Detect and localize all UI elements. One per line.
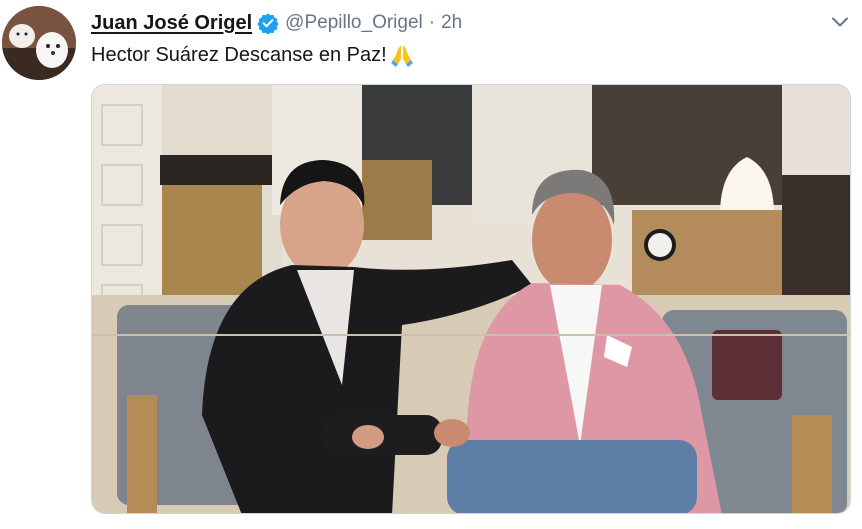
tweet-card[interactable]: Juan José Origel @Pepillo_Origel · 2h He…	[0, 0, 862, 529]
tweet-text-body: Hector Suárez Descanse en Paz!	[91, 43, 387, 66]
chevron-down-icon[interactable]	[828, 10, 852, 34]
avatar[interactable]	[2, 6, 76, 80]
user-handle[interactable]: @Pepillo_Origel	[285, 12, 423, 34]
photo-scene	[92, 85, 850, 513]
verified-badge-icon	[257, 12, 279, 35]
folded-hands-emoji-icon	[389, 42, 415, 68]
tweet-photo[interactable]	[91, 84, 851, 514]
separator-dot: ·	[428, 12, 436, 33]
tweet-header: Juan José Origel @Pepillo_Origel · 2h	[91, 10, 462, 36]
tweet-text: Hector Suárez Descanse en Paz!	[91, 42, 415, 68]
display-name[interactable]: Juan José Origel	[91, 12, 252, 35]
timestamp[interactable]: 2h	[441, 12, 462, 34]
